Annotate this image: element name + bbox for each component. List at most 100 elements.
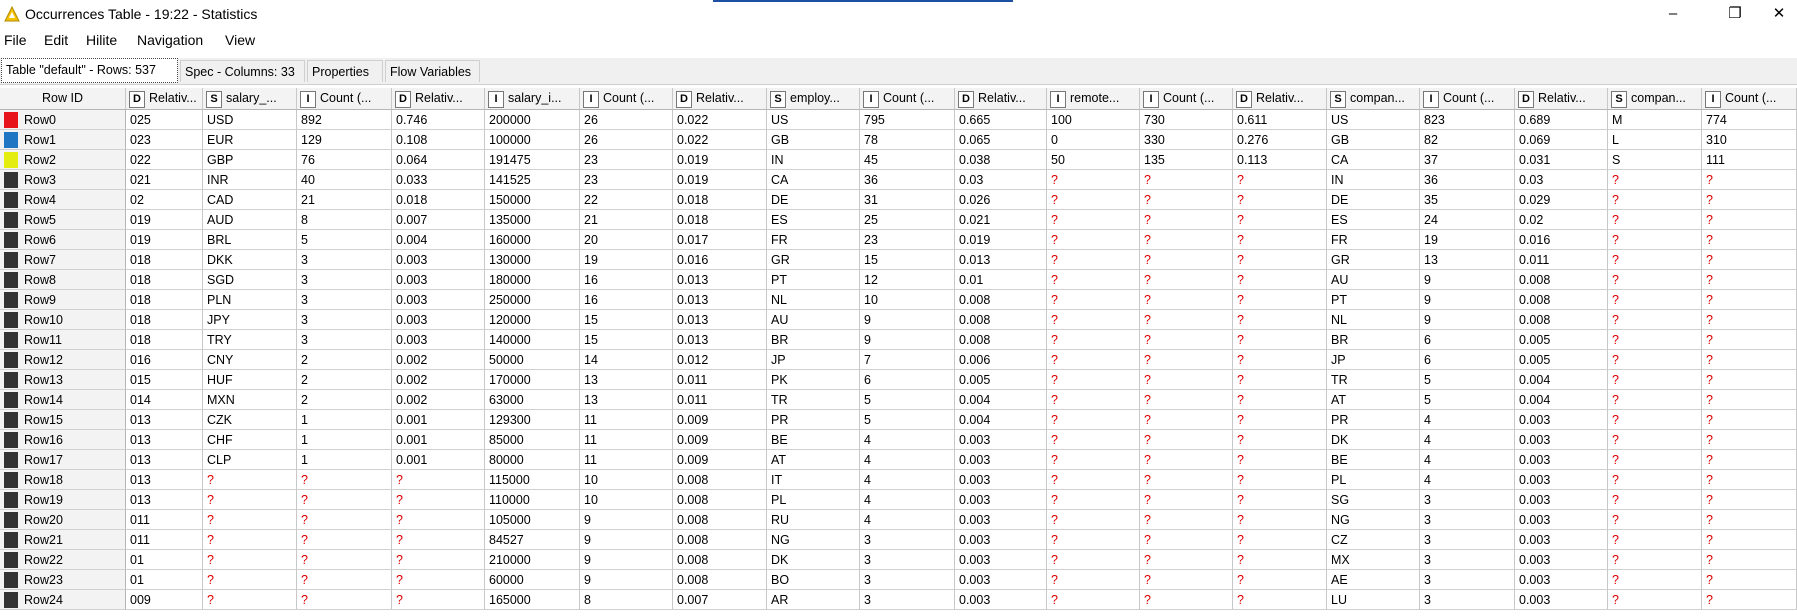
menu-file[interactable]: File xyxy=(4,32,27,48)
table-cell[interactable]: 10 xyxy=(580,490,673,510)
table-cell[interactable]: ? xyxy=(1140,330,1233,350)
table-cell[interactable]: ? xyxy=(1047,310,1140,330)
column-header[interactable]: Isalary_i... xyxy=(485,88,580,110)
table-cell[interactable]: 24 xyxy=(1420,210,1515,230)
table-cell[interactable]: BR xyxy=(1327,330,1420,350)
table-cell[interactable]: 0.019 xyxy=(955,230,1047,250)
column-header[interactable]: Ssalary_... xyxy=(203,88,297,110)
table-cell[interactable]: USD xyxy=(203,110,297,130)
table-cell[interactable]: ? xyxy=(1233,230,1327,250)
table-cell[interactable]: 0.065 xyxy=(955,130,1047,150)
table-cell[interactable]: ? xyxy=(1702,230,1797,250)
table-cell[interactable]: 310 xyxy=(1702,130,1797,150)
table-cell[interactable]: 021 xyxy=(126,170,203,190)
table-cell[interactable]: 0.02 xyxy=(1515,210,1608,230)
table-cell[interactable]: 3 xyxy=(1420,550,1515,570)
table-cell[interactable]: 0.002 xyxy=(392,350,485,370)
table-cell[interactable]: ? xyxy=(1608,290,1702,310)
table-cell[interactable]: LU xyxy=(1327,590,1420,610)
table-cell[interactable]: ? xyxy=(1047,290,1140,310)
table-cell[interactable]: ? xyxy=(1233,550,1327,570)
table-cell[interactable]: 6 xyxy=(1420,330,1515,350)
row-header[interactable]: Row7 xyxy=(0,250,126,270)
table-cell[interactable]: 19 xyxy=(1420,230,1515,250)
table-cell[interactable]: ? xyxy=(1702,350,1797,370)
table-cell[interactable]: 025 xyxy=(126,110,203,130)
table-cell[interactable]: 0.007 xyxy=(673,590,767,610)
table-cell[interactable]: TRY xyxy=(203,330,297,350)
table-cell[interactable]: 774 xyxy=(1702,110,1797,130)
table-cell[interactable]: 0.008 xyxy=(673,570,767,590)
table-cell[interactable]: ? xyxy=(1233,370,1327,390)
table-cell[interactable]: ? xyxy=(297,550,392,570)
table-cell[interactable]: 5 xyxy=(297,230,392,250)
table-cell[interactable]: ? xyxy=(1608,490,1702,510)
table-cell[interactable]: ? xyxy=(392,510,485,530)
table-cell[interactable]: 4 xyxy=(860,430,955,450)
table-cell[interactable]: ? xyxy=(1140,370,1233,390)
table-cell[interactable]: 37 xyxy=(1420,150,1515,170)
table-cell[interactable]: 0.011 xyxy=(673,370,767,390)
menu-view[interactable]: View xyxy=(225,32,255,48)
table-cell[interactable]: 50000 xyxy=(485,350,580,370)
table-cell[interactable]: 0.03 xyxy=(1515,170,1608,190)
table-cell[interactable]: 01 xyxy=(126,550,203,570)
table-cell[interactable]: ? xyxy=(1047,370,1140,390)
table-cell[interactable]: 009 xyxy=(126,590,203,610)
row-header[interactable]: Row14 xyxy=(0,390,126,410)
table-cell[interactable]: 130000 xyxy=(485,250,580,270)
table-cell[interactable]: 0.013 xyxy=(673,330,767,350)
table-cell[interactable]: 0.013 xyxy=(673,310,767,330)
table-cell[interactable]: 80000 xyxy=(485,450,580,470)
table-cell[interactable]: 022 xyxy=(126,150,203,170)
table-cell[interactable]: US xyxy=(767,110,860,130)
table-cell[interactable]: 11 xyxy=(580,450,673,470)
table-cell[interactable]: ? xyxy=(1608,390,1702,410)
table-cell[interactable]: ? xyxy=(1702,190,1797,210)
table-cell[interactable]: DK xyxy=(1327,430,1420,450)
table-cell[interactable]: 0.011 xyxy=(1515,250,1608,270)
table-cell[interactable]: 9 xyxy=(580,570,673,590)
table-cell[interactable]: 011 xyxy=(126,530,203,550)
table-cell[interactable]: 013 xyxy=(126,450,203,470)
table-cell[interactable]: 115000 xyxy=(485,470,580,490)
column-header[interactable]: I Count (... xyxy=(297,88,392,110)
table-cell[interactable]: ? xyxy=(1140,490,1233,510)
menu-hilite[interactable]: Hilite xyxy=(86,32,117,48)
table-cell[interactable]: BO xyxy=(767,570,860,590)
table-cell[interactable]: NL xyxy=(767,290,860,310)
table-cell[interactable]: 5 xyxy=(860,410,955,430)
table-cell[interactable]: 12 xyxy=(860,270,955,290)
table-cell[interactable]: 013 xyxy=(126,470,203,490)
table-cell[interactable]: 018 xyxy=(126,310,203,330)
table-cell[interactable]: 0.009 xyxy=(673,410,767,430)
table-cell[interactable]: 0.003 xyxy=(955,590,1047,610)
table-cell[interactable]: ? xyxy=(1233,170,1327,190)
table-cell[interactable]: ? xyxy=(1140,210,1233,230)
table-cell[interactable]: ? xyxy=(1702,570,1797,590)
table-cell[interactable]: AUD xyxy=(203,210,297,230)
table-cell[interactable]: PK xyxy=(767,370,860,390)
table-cell[interactable]: 63000 xyxy=(485,390,580,410)
table-cell[interactable]: 0.003 xyxy=(1515,590,1608,610)
table-cell[interactable]: ? xyxy=(1140,350,1233,370)
table-cell[interactable]: 013 xyxy=(126,430,203,450)
table-cell[interactable]: ? xyxy=(1702,290,1797,310)
table-cell[interactable]: 0.069 xyxy=(1515,130,1608,150)
table-cell[interactable]: ? xyxy=(203,470,297,490)
table-cell[interactable]: 50 xyxy=(1047,150,1140,170)
table-cell[interactable]: 16 xyxy=(580,270,673,290)
table-cell[interactable]: ? xyxy=(203,570,297,590)
table-cell[interactable]: 0.008 xyxy=(673,490,767,510)
table-cell[interactable]: 0.031 xyxy=(1515,150,1608,170)
column-header[interactable]: Scompan... xyxy=(1608,88,1702,110)
table-cell[interactable]: 141525 xyxy=(485,170,580,190)
table-cell[interactable]: 0.022 xyxy=(673,110,767,130)
table-cell[interactable]: 13 xyxy=(1420,250,1515,270)
table-cell[interactable]: ? xyxy=(1140,410,1233,430)
row-header[interactable]: Row17 xyxy=(0,450,126,470)
table-cell[interactable]: 3 xyxy=(860,570,955,590)
table-cell[interactable]: ? xyxy=(1608,190,1702,210)
column-header[interactable]: I Count (... xyxy=(580,88,673,110)
table-cell[interactable]: 9 xyxy=(1420,310,1515,330)
